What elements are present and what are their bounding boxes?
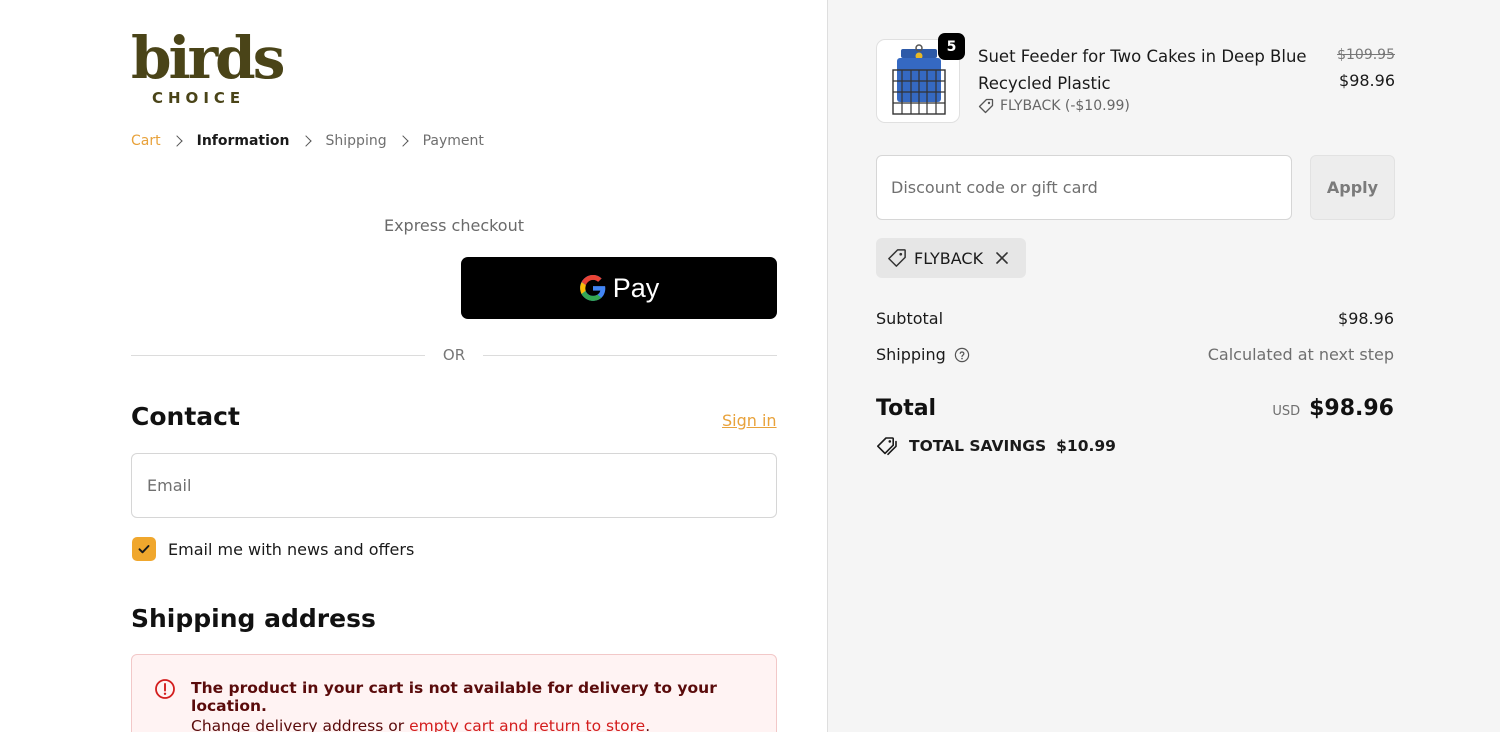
- quantity-badge: 5: [938, 33, 965, 60]
- google-g-icon: [579, 274, 606, 301]
- divider-line: [131, 354, 425, 356]
- shipping-row: Shipping: [876, 345, 970, 364]
- shipping-label: Shipping: [876, 345, 946, 364]
- total-amount: $98.96: [1309, 396, 1394, 421]
- currency-code: USD: [1272, 404, 1301, 419]
- alert-suffix: .: [645, 717, 651, 732]
- total-value: USD $98.96: [1272, 396, 1394, 421]
- tag-icon: [978, 98, 994, 114]
- breadcrumb-cart[interactable]: Cart: [131, 133, 161, 149]
- newsletter-option: Email me with news and offers: [132, 537, 414, 561]
- sign-in-link[interactable]: Sign in: [722, 411, 777, 430]
- delivery-error-alert: The product in your cart is not availabl…: [131, 654, 777, 732]
- breadcrumb-payment: Payment: [422, 133, 484, 149]
- shipping-address-heading: Shipping address: [131, 604, 376, 633]
- alert-title: The product in your cart is not availabl…: [191, 679, 717, 715]
- google-pay-label: Pay: [612, 272, 660, 303]
- alert-text: Change delivery address or: [191, 717, 405, 732]
- newsletter-label[interactable]: Email me with news and offers: [168, 540, 414, 559]
- breadcrumb: Cart Information Shipping Payment: [131, 131, 484, 151]
- breadcrumb-information: Information: [196, 133, 290, 149]
- total-label: Total: [876, 396, 937, 421]
- or-divider: OR: [131, 344, 778, 366]
- remove-discount-icon[interactable]: [995, 251, 1009, 265]
- order-summary: 5 Suet Feeder for Two Cakes in Deep Blue…: [827, 0, 1500, 732]
- chevron-right-icon: [396, 135, 409, 147]
- savings-amount: $10.99: [1056, 437, 1116, 455]
- brand-logo[interactable]: birds CHOICE: [131, 26, 285, 108]
- logo-subtitle: CHOICE: [152, 89, 246, 107]
- chevron-right-icon: [299, 135, 312, 147]
- tags-icon: [877, 437, 897, 456]
- original-price: $109.95: [1337, 47, 1395, 63]
- empty-cart-link[interactable]: empty cart and return to store: [409, 717, 645, 732]
- help-circle-icon[interactable]: [954, 347, 970, 363]
- or-text: OR: [442, 346, 466, 364]
- checkmark-icon: [138, 545, 150, 554]
- google-pay-button[interactable]: Pay: [461, 257, 777, 319]
- logo-word: birds: [131, 24, 285, 92]
- subtotal-label: Subtotal: [876, 309, 944, 328]
- breadcrumb-shipping: Shipping: [325, 133, 387, 149]
- discount-code-input[interactable]: [876, 155, 1292, 220]
- applied-code-label: FLYBACK: [914, 248, 984, 268]
- contact-heading: Contact: [131, 402, 240, 431]
- tag-icon: [888, 249, 906, 267]
- error-circle-icon: [155, 679, 175, 699]
- checkout-main: birds CHOICE Cart Information Shipping P…: [0, 0, 827, 732]
- apply-button[interactable]: Apply: [1310, 155, 1395, 220]
- newsletter-checkbox[interactable]: [132, 537, 156, 561]
- express-checkout-label: Express checkout: [383, 216, 525, 235]
- savings-label: TOTAL SAVINGS: [909, 437, 1047, 455]
- chevron-right-icon: [170, 135, 183, 147]
- product-discount-text: FLYBACK (-$10.99): [1000, 98, 1130, 114]
- product-name: Suet Feeder for Two Cakes in Deep Blue R…: [978, 47, 1307, 93]
- discounted-price: $98.96: [1339, 71, 1395, 90]
- alert-message: Change delivery address or empty cart an…: [191, 717, 650, 732]
- subtotal-value: $98.96: [1338, 309, 1394, 328]
- divider-line: [483, 354, 778, 356]
- total-savings: TOTAL SAVINGS $10.99: [876, 436, 1116, 456]
- applied-discount-chip: FLYBACK: [876, 238, 1026, 278]
- product-discount: FLYBACK (-$10.99): [978, 98, 1130, 114]
- email-input[interactable]: [131, 453, 777, 518]
- shipping-value: Calculated at next step: [1207, 345, 1394, 364]
